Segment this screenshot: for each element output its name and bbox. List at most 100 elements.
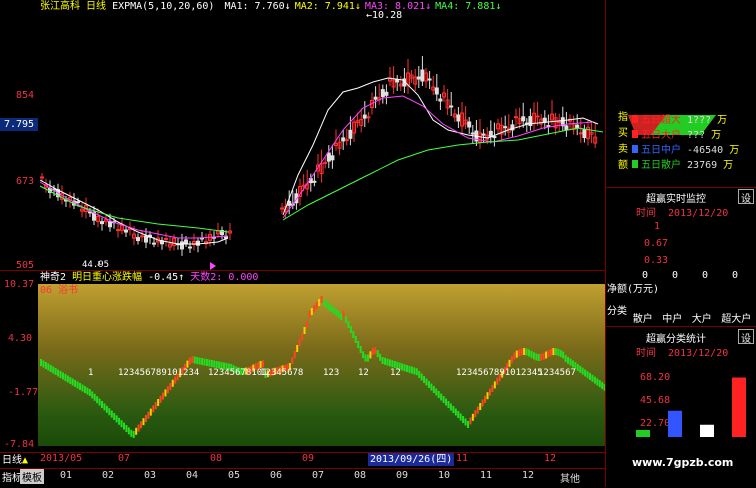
flow-label: 五日中户 — [641, 145, 688, 156]
monitor-tick: 1 — [654, 221, 661, 232]
tab-indicator[interactable]: 指标 — [2, 469, 22, 484]
indicator-bar — [196, 357, 199, 364]
indicator-bar — [584, 369, 587, 377]
flow-rows: 五日超大 1??? 万五日大户 ??? 万五日中户 -46540 万五日散户 2… — [632, 113, 739, 173]
indicator-line1-value: -0.45 — [148, 272, 179, 283]
indicator-bar — [296, 345, 299, 352]
stats-settings-button[interactable]: 设 — [738, 329, 754, 345]
bottom-tab[interactable]: 09 — [396, 470, 408, 481]
indicator-bar — [57, 369, 60, 377]
indicator-bar — [105, 405, 108, 413]
indicator-bar — [332, 307, 335, 314]
indicator-bar — [376, 350, 379, 358]
indicator-bar — [303, 327, 306, 334]
indicator-bar — [188, 357, 191, 365]
flow-value: ??? — [687, 130, 712, 141]
count-label: 12345678101 — [208, 368, 268, 378]
indicator-bar — [135, 427, 138, 435]
indicator-bar — [64, 374, 67, 381]
indicator-bar — [337, 311, 340, 318]
indicator-bar — [149, 408, 152, 416]
bottom-tab[interactable]: 11 — [480, 470, 492, 481]
indicator-bar — [520, 348, 523, 356]
bottom-tab[interactable]: 06 — [270, 470, 282, 481]
indicator-bar — [554, 348, 557, 356]
indicator-bar — [110, 410, 113, 418]
flow-unit: 万 — [729, 145, 740, 156]
indicator-bar — [445, 398, 448, 406]
indicator-bar — [488, 388, 491, 396]
indicator-bar — [342, 311, 345, 318]
candle-body — [301, 184, 306, 187]
bottom-tab[interactable]: 07 — [312, 470, 324, 481]
candle-body — [557, 121, 562, 124]
indicator-bar — [205, 359, 208, 366]
side-labels: 指 买 卖 额 — [618, 110, 630, 174]
indicator-tick: 10.37 — [4, 279, 35, 290]
price-chart[interactable]: ↓ — [38, 0, 605, 270]
flow-unit: 万 — [717, 115, 728, 126]
indicator-bar — [581, 367, 584, 375]
indicator-bar — [567, 356, 570, 364]
bottom-tab[interactable]: 12 — [522, 470, 534, 481]
candle-body — [326, 152, 331, 162]
indicator-bar — [325, 301, 328, 308]
bottom-tab[interactable]: 其他 — [560, 470, 580, 485]
indicator-bar — [354, 336, 357, 343]
period-tab-label[interactable]: 日线▲ — [2, 455, 28, 467]
bottom-tab[interactable]: 01 — [60, 470, 72, 481]
indicator-bar — [449, 403, 452, 411]
bottom-tab[interactable]: 03 — [144, 470, 156, 481]
indicator-bar — [103, 403, 106, 411]
indicator-bar — [193, 356, 196, 364]
indicator-bar — [330, 305, 333, 312]
candle-body — [330, 155, 335, 161]
indicator-bar — [579, 365, 582, 373]
indicator-bar — [308, 311, 311, 318]
candle-body — [578, 132, 583, 135]
bottom-tab[interactable]: 08 — [354, 470, 366, 481]
stats-bar — [636, 430, 650, 437]
indicator-bar — [366, 354, 369, 362]
indicator-bar — [589, 373, 591, 380]
bottom-tab[interactable]: 05 — [228, 470, 240, 481]
bottom-tab[interactable]: 10 — [438, 470, 450, 481]
indicator-bar — [144, 415, 147, 422]
candle-body — [362, 114, 367, 119]
monitor-settings-button[interactable]: 设 — [738, 189, 754, 205]
candle-body — [434, 87, 439, 95]
candle-body — [196, 240, 200, 246]
tab-template[interactable]: 模板 — [20, 469, 44, 484]
bottom-tab[interactable]: 02 — [102, 470, 114, 481]
indicator-bar — [66, 375, 69, 383]
legend-swatch — [632, 130, 638, 138]
indicator-bar — [418, 371, 421, 378]
indicator-bar — [118, 417, 121, 425]
candle-body — [395, 79, 400, 83]
indicator-bar — [359, 346, 362, 353]
indicator-tick: 4.30 — [8, 333, 33, 344]
candle-body — [481, 133, 486, 136]
bottom-tab[interactable]: 04 — [186, 470, 198, 481]
indicator-bar — [127, 427, 130, 435]
count-label: 1 — [88, 368, 94, 378]
flow-row: 五日大户 ??? 万 — [632, 128, 739, 143]
indicator-chart[interactable] — [38, 284, 605, 446]
indicator-bar — [81, 384, 84, 392]
indicator-bar — [386, 358, 389, 366]
candle-body — [180, 241, 184, 250]
indicator-bar — [528, 349, 530, 357]
indicator-bar — [469, 417, 472, 425]
indicator-line2: 天数2: — [190, 272, 223, 283]
indicator-bar — [537, 353, 540, 361]
indicator-bar — [166, 386, 169, 394]
candle-body — [420, 69, 425, 82]
indicator-bar — [564, 355, 567, 362]
indicator-bar — [130, 429, 133, 437]
candle-body — [40, 176, 44, 179]
indicator-bar — [369, 351, 372, 359]
section-divider — [606, 187, 756, 188]
candle-body — [323, 161, 328, 164]
indicator-bar — [125, 425, 128, 432]
indicator-bar — [491, 385, 494, 392]
